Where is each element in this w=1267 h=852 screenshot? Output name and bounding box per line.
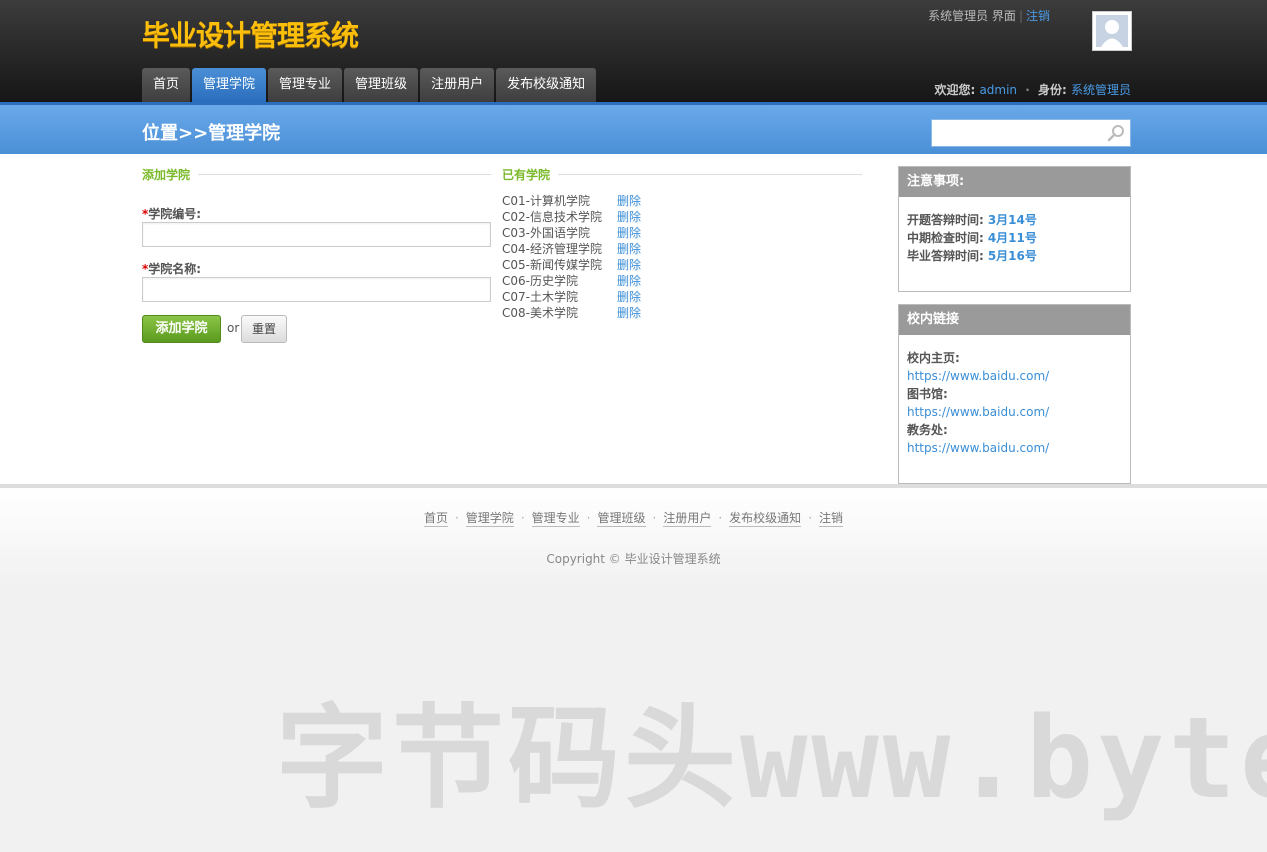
link-label: 教务处: (907, 423, 948, 437)
footer: 首页 · 管理学院 · 管理专业 · 管理班级 · 注册用户 · 发布校级通知 · 注销 Copyrig… (0, 488, 1267, 588)
notice-item: 开题答辩时间: 3月14号 (907, 211, 1122, 229)
list-item: C03-外国语学院 删除 (502, 225, 641, 241)
college-name: C07-土木学院 (502, 290, 578, 304)
delete-link[interactable]: 删除 (617, 209, 641, 225)
campus-home-link[interactable]: https://www.baidu.com/ (907, 369, 1049, 383)
copyright: Copyright © 毕业设计管理系统 (546, 552, 721, 566)
college-name: C08-美术学院 (502, 306, 578, 320)
avatar[interactable] (1092, 11, 1132, 51)
delete-link[interactable]: 删除 (617, 289, 641, 305)
college-list: C01-计算机学院 删除 C02-信息技术学院 删除 C03-外国语学院 删除 C04… (502, 193, 641, 321)
title-bar: 位置>>管理学院 (0, 102, 1267, 154)
footer-link-logout[interactable]: 注销 (819, 511, 844, 527)
college-name: C04-经济管理学院 (502, 242, 602, 256)
notice-value: 3月14号 (987, 213, 1037, 227)
notice-label: 中期检查时间: (907, 231, 984, 245)
list-item: C02-信息技术学院 删除 (502, 209, 641, 225)
existing-college-heading: 已有学院 (502, 168, 551, 182)
existing-college-section-title: 已有学院 (502, 166, 862, 183)
tab-home[interactable]: 首页 (142, 68, 191, 102)
delete-link[interactable]: 删除 (617, 225, 641, 241)
or-text: or (227, 321, 240, 335)
username-link[interactable]: admin (979, 83, 1017, 97)
academic-affairs-link[interactable]: https://www.baidu.com/ (907, 441, 1049, 455)
footer-link-manage-class[interactable]: 管理班级 (597, 511, 646, 527)
links-box: 校内链接 校内主页: https://www.baidu.com/ 图书馆: h… (898, 304, 1131, 484)
search-input[interactable] (936, 121, 1110, 147)
add-college-heading: 添加学院 (142, 168, 191, 182)
college-name-input[interactable] (142, 277, 491, 302)
delete-link[interactable]: 删除 (617, 305, 641, 321)
footer-link-publish-notice[interactable]: 发布校级通知 (729, 511, 802, 527)
link-label: 校内主页: (907, 351, 960, 365)
notice-item: 毕业答辩时间: 5月16号 (907, 247, 1122, 265)
tab-register-user[interactable]: 注册用户 (420, 68, 495, 102)
college-name-label: *学院名称: (142, 260, 201, 277)
notice-box-title: 注意事项: (899, 167, 1130, 197)
identity-link[interactable]: 系统管理员 (1071, 83, 1131, 97)
footer-link-register-user[interactable]: 注册用户 (663, 511, 712, 527)
list-item: C07-土木学院 删除 (502, 289, 641, 305)
list-item: C04-经济管理学院 删除 (502, 241, 641, 257)
watermark: 字节码头www.byte (276, 694, 1267, 824)
add-college-button[interactable]: 添加学院 (142, 315, 221, 343)
links-box-title: 校内链接 (899, 305, 1130, 335)
list-item: C01-计算机学院 删除 (502, 193, 641, 209)
college-code-label: *学院编号: (142, 205, 201, 222)
logout-link[interactable]: 注销 (1026, 9, 1050, 23)
tab-manage-class[interactable]: 管理班级 (344, 68, 419, 102)
search-icon[interactable] (1107, 124, 1125, 145)
footer-link-manage-college[interactable]: 管理学院 (465, 511, 514, 527)
footer-link-home[interactable]: 首页 (423, 511, 448, 527)
welcome-label: 欢迎您: (934, 83, 976, 97)
user-silhouette-icon (1096, 15, 1128, 47)
college-name: C06-历史学院 (502, 274, 578, 288)
role-bar: 系统管理员 界面 | 注销 (928, 9, 1050, 23)
list-item: C05-新闻传媒学院 删除 (502, 257, 641, 273)
notice-value: 5月16号 (987, 249, 1037, 263)
college-name: C03-外国语学院 (502, 226, 590, 240)
link-label: 图书馆: (907, 387, 948, 401)
college-name: C01-计算机学院 (502, 194, 590, 208)
role-interface-text: 系统管理员 界面 (928, 9, 1016, 23)
tab-manage-college[interactable]: 管理学院 (192, 68, 267, 102)
add-college-section-title: 添加学院 (142, 166, 491, 183)
tab-publish-notice[interactable]: 发布校级通知 (496, 68, 597, 102)
app-logo: 毕业设计管理系统 (142, 19, 359, 52)
notice-label: 开题答辩时间: (907, 213, 984, 227)
college-name: C05-新闻传媒学院 (502, 258, 602, 272)
college-name: C02-信息技术学院 (502, 210, 602, 224)
college-code-label-text: 学院编号: (148, 207, 202, 221)
footer-link-manage-major[interactable]: 管理专业 (531, 511, 580, 527)
delete-link[interactable]: 删除 (617, 241, 641, 257)
delete-link[interactable]: 删除 (617, 273, 641, 289)
college-name-label-text: 学院名称: (148, 262, 202, 276)
header: 毕业设计管理系统 首页 管理学院 管理专业 管理班级 注册用户 发布校级通知 系… (0, 0, 1267, 102)
notice-box: 注意事项: 开题答辩时间: 3月14号 中期检查时间: 4月11号 毕业答辩时间: 5… (898, 166, 1131, 292)
search-box (931, 119, 1131, 147)
delete-link[interactable]: 删除 (617, 193, 641, 209)
delete-link[interactable]: 删除 (617, 257, 641, 273)
page-title: 位置>>管理学院 (142, 123, 281, 144)
tab-manage-major[interactable]: 管理专业 (268, 68, 343, 102)
list-item: C08-美术学院 删除 (502, 305, 641, 321)
college-code-input[interactable] (142, 222, 491, 247)
reset-button[interactable]: 重置 (241, 315, 287, 343)
footer-nav: 首页 · 管理学院 · 管理专业 · 管理班级 · 注册用户 · 发布校级通知 · 注销 (423, 511, 844, 527)
welcome-bar: 欢迎您: admin · 身份: 系统管理员 (934, 83, 1131, 97)
list-item: C06-历史学院 删除 (502, 273, 641, 289)
notice-label: 毕业答辩时间: (907, 249, 984, 263)
main-nav: 首页 管理学院 管理专业 管理班级 注册用户 发布校级通知 (142, 68, 598, 102)
library-link[interactable]: https://www.baidu.com/ (907, 405, 1049, 419)
identity-label: 身份: (1037, 83, 1067, 97)
notice-value: 4月11号 (987, 231, 1037, 245)
notice-item: 中期检查时间: 4月11号 (907, 229, 1122, 247)
